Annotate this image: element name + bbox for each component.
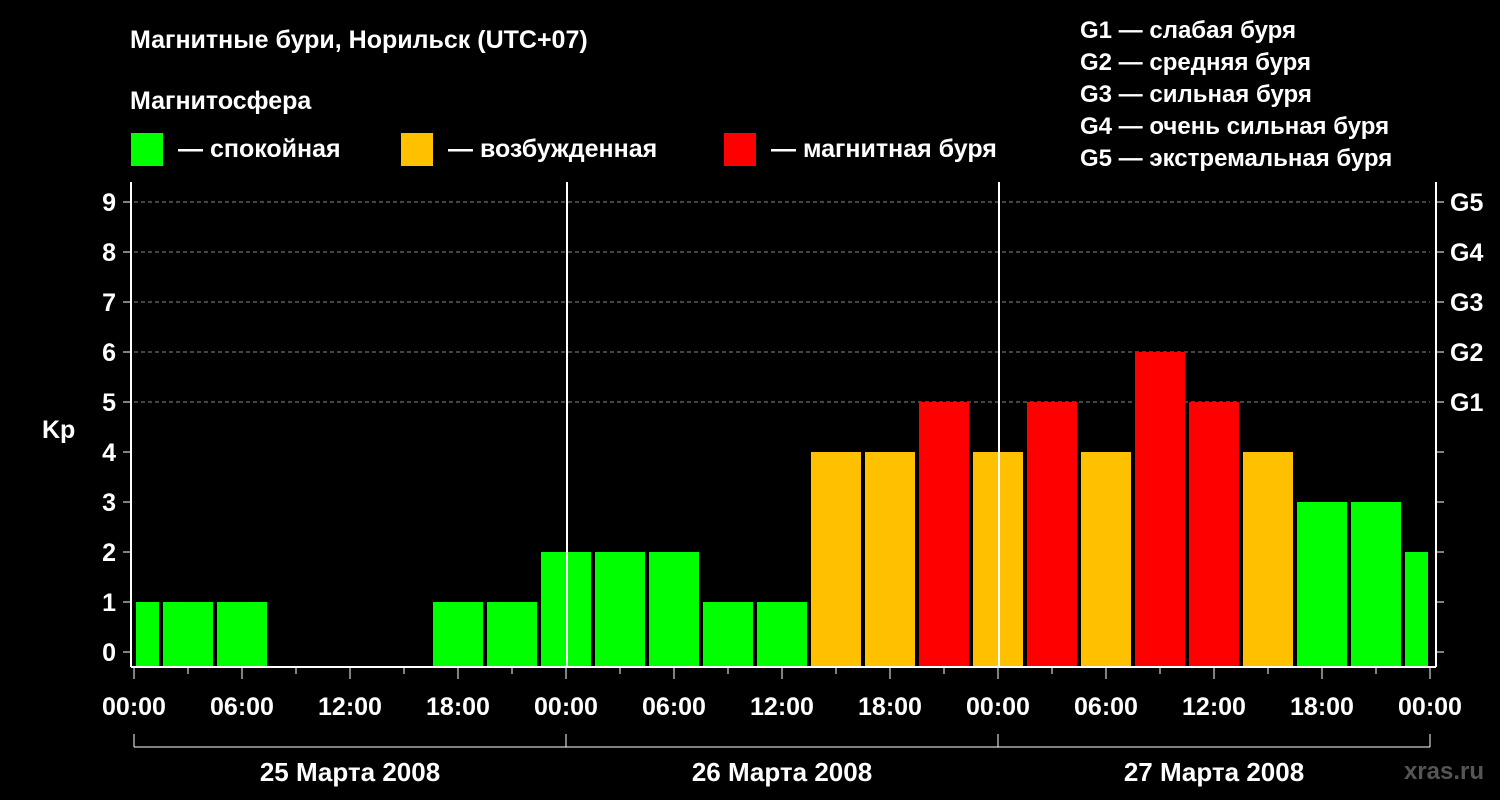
bar (1189, 402, 1239, 667)
y-axis-label: Kp (42, 416, 75, 444)
bar (919, 402, 969, 667)
g-level-label: G4 (1450, 239, 1483, 267)
y-tick-label: 6 (102, 339, 116, 367)
x-tick-label: 06:00 (210, 693, 274, 721)
legend: — спокойная — возбужденная — магнитная бур… (131, 133, 997, 166)
bar (1405, 552, 1428, 667)
storm-scale-legend: G1 — слабая буря G2 — средняя буря G3 — си… (1080, 17, 1392, 172)
day-label: 27 Марта 2008 (1124, 757, 1304, 787)
grid (134, 201, 1430, 403)
x-tick-label: 00:00 (102, 693, 166, 721)
x-tick-label: 00:00 (534, 693, 598, 721)
right-g-ticks: G1 G2 G3 G4 G5 (1436, 189, 1483, 653)
x-tick-label: 06:00 (1074, 693, 1138, 721)
storm-scale-item: G3 — сильная буря (1080, 81, 1312, 108)
bar (757, 602, 807, 667)
bar (487, 602, 537, 667)
bar (136, 602, 159, 667)
g-level-label: G2 (1450, 339, 1483, 367)
storm-scale-item: G2 — средняя буря (1080, 49, 1311, 76)
legend-swatch-0 (131, 133, 163, 166)
y-tick-label: 7 (102, 289, 116, 317)
legend-swatch-2 (724, 133, 756, 166)
bar (649, 552, 699, 667)
watermark: xras.ru (1404, 758, 1484, 785)
y-ticks: 0 1 2 3 4 5 6 7 8 9 (102, 189, 131, 667)
y-tick-label: 3 (102, 489, 116, 517)
x-tick-label: 18:00 (858, 693, 922, 721)
bar (163, 602, 213, 667)
legend-label-1: — возбужденная (448, 135, 657, 163)
day-label: 26 Марта 2008 (692, 757, 872, 787)
day-labels: 25 Марта 2008 26 Марта 2008 27 Марта 2008 (133, 734, 1431, 787)
legend-label-2: — магнитная буря (771, 135, 997, 163)
bar (595, 552, 645, 667)
y-tick-label: 4 (102, 439, 116, 467)
bar (1027, 402, 1077, 667)
kp-chart: Магнитные бури, Норильск (UTC+07) Магнит… (42, 17, 1484, 787)
bars (136, 352, 1428, 667)
g-level-label: G1 (1450, 389, 1483, 417)
x-tick-label: 12:00 (750, 693, 814, 721)
storm-scale-item: G1 — слабая буря (1080, 17, 1296, 44)
bar (1351, 502, 1401, 667)
bar (811, 452, 861, 667)
bar (1243, 452, 1293, 667)
x-tick-label: 18:00 (1290, 693, 1354, 721)
y-tick-label: 0 (102, 639, 116, 667)
y-tick-label: 1 (102, 589, 116, 617)
y-tick-label: 9 (102, 189, 116, 217)
storm-scale-item: G4 — очень сильная буря (1080, 113, 1389, 140)
g-level-label: G5 (1450, 189, 1483, 217)
bar (433, 602, 483, 667)
bar (1135, 352, 1185, 667)
x-tick-label: 06:00 (642, 693, 706, 721)
x-tick-label: 00:00 (1398, 693, 1462, 721)
day-label: 25 Марта 2008 (260, 757, 440, 787)
legend-label-0: — спокойная (178, 135, 341, 163)
x-tick-label: 00:00 (966, 693, 1030, 721)
bar (703, 602, 753, 667)
bar (217, 602, 267, 667)
g-level-label: G3 (1450, 289, 1483, 317)
x-tick-label: 12:00 (318, 693, 382, 721)
legend-heading: Магнитосфера (130, 87, 312, 115)
x-tick-label: 12:00 (1182, 693, 1246, 721)
bar (1297, 502, 1347, 667)
bar (1081, 452, 1131, 667)
chart-title: Магнитные бури, Норильск (UTC+07) (130, 26, 588, 54)
axes (130, 182, 1437, 668)
bar (865, 452, 915, 667)
legend-swatch-1 (401, 133, 433, 166)
y-tick-label: 5 (102, 389, 116, 417)
storm-scale-item: G5 — экстремальная буря (1080, 145, 1392, 172)
x-tick-label: 18:00 (426, 693, 490, 721)
y-tick-label: 8 (102, 239, 116, 267)
x-ticks: 00:00 06:00 12:00 18:00 00:00 06:00 12:00 18:00… (102, 667, 1462, 721)
y-tick-label: 2 (102, 539, 116, 567)
